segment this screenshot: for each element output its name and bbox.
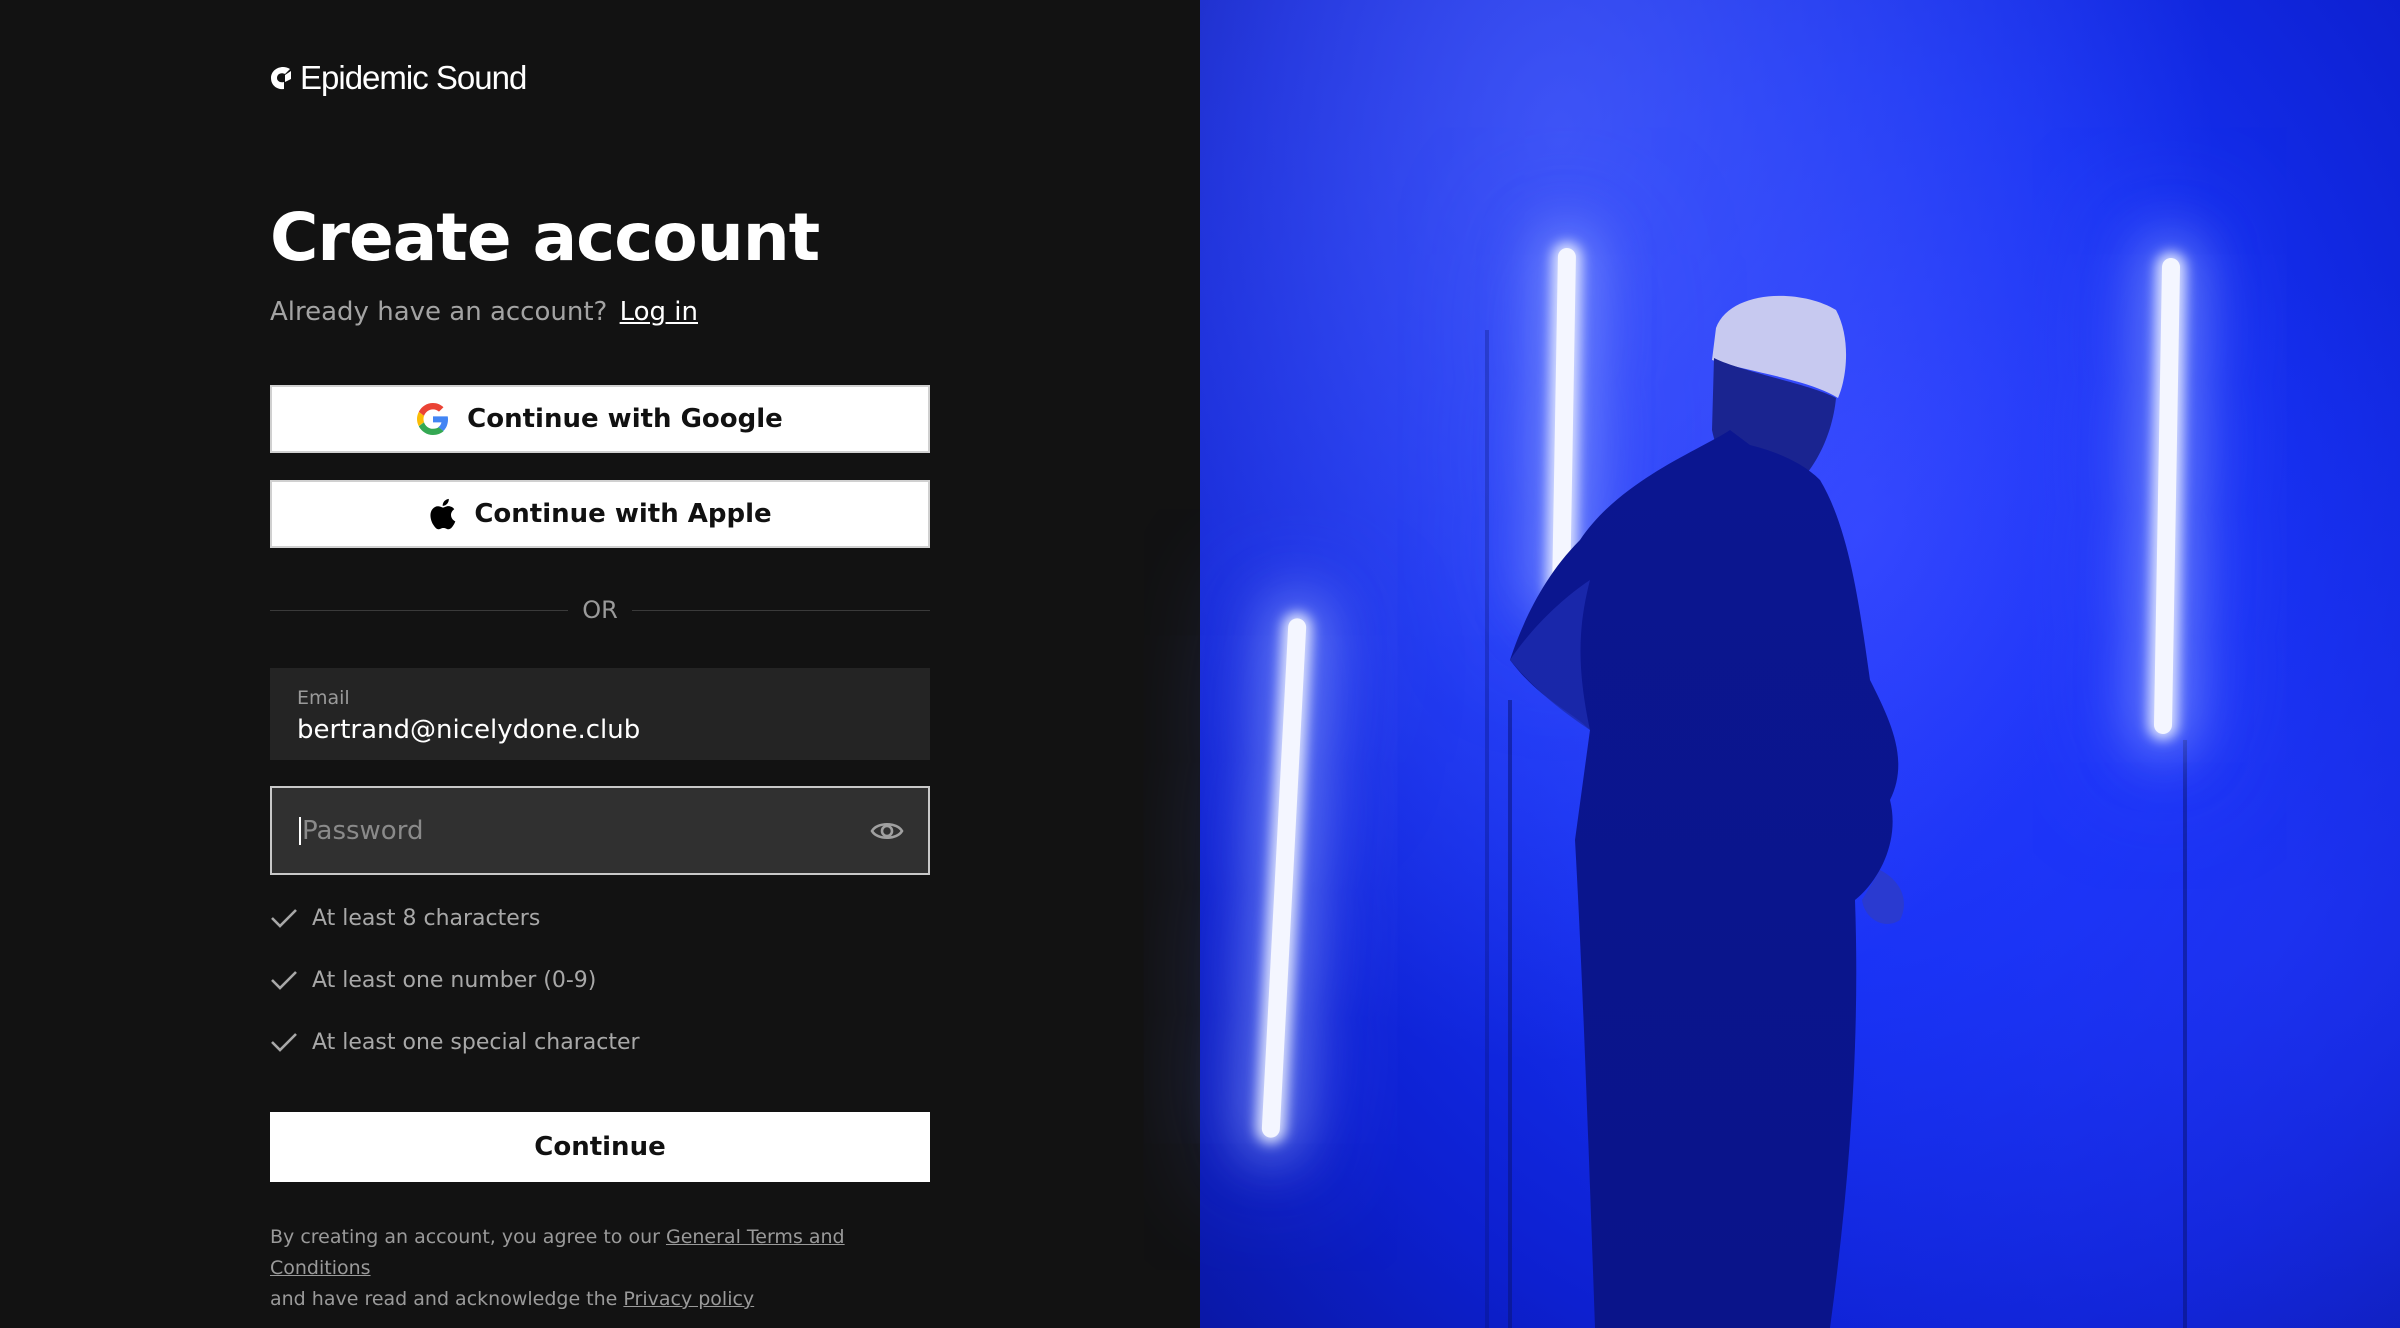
apple-button-label: Continue with Apple <box>474 499 772 529</box>
requirement-label: At least one number (0-9) <box>312 967 597 993</box>
password-placeholder[interactable]: Password <box>302 816 870 846</box>
divider-line-right <box>631 609 931 611</box>
check-icon <box>271 1033 297 1052</box>
continue-with-apple-button[interactable]: Continue with Apple <box>270 480 930 548</box>
google-button-label: Continue with Google <box>467 404 783 434</box>
password-requirement-length: At least 8 characters <box>270 901 540 935</box>
login-link[interactable]: Log in <box>620 297 698 327</box>
requirement-label: At least one special character <box>312 1029 640 1055</box>
continue-with-google-button[interactable]: Continue with Google <box>270 385 930 453</box>
email-field[interactable]: Email bertrand@nicelydone.club <box>270 668 930 760</box>
apple-icon <box>430 498 456 530</box>
eye-icon <box>870 822 904 839</box>
page-title: Create account <box>270 199 820 276</box>
terms-text-line2: and have read and acknowledge the <box>270 1288 618 1310</box>
login-prompt-text: Already have an account? <box>270 297 608 327</box>
check-icon <box>271 909 297 928</box>
email-value[interactable]: bertrand@nicelydone.club <box>297 712 903 748</box>
password-requirement-number: At least one number (0-9) <box>270 963 596 997</box>
epidemic-sound-logo-icon <box>271 67 291 90</box>
or-label: OR <box>582 596 618 624</box>
requirement-label: At least 8 characters <box>312 905 541 931</box>
check-icon <box>271 971 297 990</box>
or-divider: OR <box>270 590 931 630</box>
terms-notice: By creating an account, you agree to our… <box>270 1222 950 1315</box>
continue-button[interactable]: Continue <box>270 1112 930 1182</box>
show-password-toggle[interactable] <box>870 814 904 848</box>
google-icon <box>417 403 449 435</box>
performer-silhouette <box>1510 295 1904 1328</box>
brand-logo[interactable]: Epidemic Sound <box>270 58 527 98</box>
divider-line-left <box>270 609 569 611</box>
password-requirement-special: At least one special character <box>270 1025 640 1059</box>
email-label: Email <box>297 687 350 709</box>
text-cursor <box>299 816 301 845</box>
privacy-policy-link[interactable]: Privacy policy <box>623 1288 754 1310</box>
login-prompt: Already have an account? Log in <box>270 294 698 330</box>
signup-panel: Epidemic Sound Create account Already ha… <box>0 0 1200 1328</box>
password-field[interactable]: Password <box>270 786 930 875</box>
brand-name: Epidemic Sound <box>300 59 527 96</box>
terms-text-line1: By creating an account, you agree to our <box>270 1226 660 1248</box>
light-stand <box>2183 740 2187 1328</box>
